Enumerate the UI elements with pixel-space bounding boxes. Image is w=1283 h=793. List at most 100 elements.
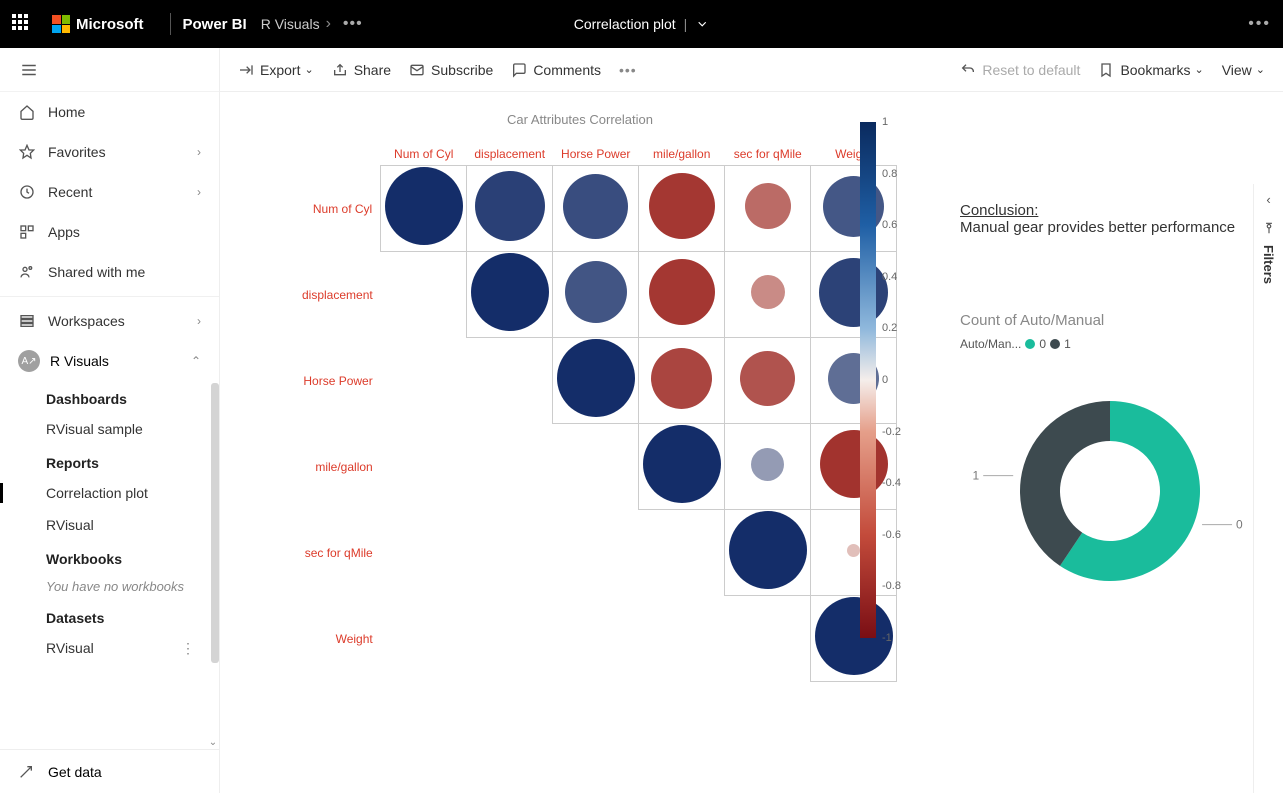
corr-row-label: Horse Power: [300, 338, 381, 424]
corr-circle: [740, 351, 795, 406]
app-launcher-icon[interactable]: [12, 14, 32, 34]
colorbar-tick: 0.2: [882, 322, 897, 334]
hamburger-button[interactable]: [0, 48, 219, 92]
header-more-icon[interactable]: •••: [1248, 15, 1271, 33]
donut-data-label: 1: [973, 469, 980, 483]
conclusion-heading: Conclusion:: [960, 202, 1038, 219]
share-icon: [332, 62, 348, 78]
report-toolbar: Export ⌄ Share Subscribe Comments ••• Re…: [220, 48, 1283, 92]
corr-circle: [385, 167, 463, 245]
nav-shared[interactable]: Shared with me: [0, 252, 219, 292]
corr-circle: [557, 339, 635, 417]
nav-workspaces[interactable]: Workspaces ›: [0, 301, 219, 341]
report-title-dropdown[interactable]: Correlaction plot |: [574, 16, 710, 32]
dataset-rvisual-label: RVisual: [46, 640, 94, 656]
workspaces-icon: [18, 313, 36, 329]
colorbar-tick: -1: [882, 632, 892, 644]
section-workbooks: Workbooks: [0, 541, 219, 573]
nav-home[interactable]: Home: [0, 92, 219, 132]
view-label: View: [1222, 62, 1252, 78]
view-button[interactable]: View ⌄: [1222, 62, 1265, 78]
correlation-title: Car Attributes Correlation: [240, 112, 920, 127]
subscribe-button[interactable]: Subscribe: [409, 62, 493, 78]
nav-shared-label: Shared with me: [48, 264, 145, 280]
corr-circle: [649, 259, 715, 325]
nav-favorites[interactable]: Favorites ›: [0, 132, 219, 172]
corr-row-label: Weight: [300, 596, 381, 682]
product-label[interactable]: Power BI: [183, 16, 247, 33]
divider: [0, 296, 219, 297]
get-data-button[interactable]: Get data: [0, 749, 219, 793]
dashboard-rvisual-sample[interactable]: RVisual sample: [0, 413, 219, 445]
correlation-visual[interactable]: Car Attributes Correlation Num of Cyldis…: [240, 112, 920, 682]
workspace-contents-panel: ⌃ Dashboards RVisual sample Reports Corr…: [0, 381, 219, 749]
more-icon[interactable]: ⋮: [181, 640, 195, 657]
nav-recent[interactable]: Recent ›: [0, 172, 219, 212]
microsoft-logo[interactable]: Microsoft: [52, 15, 144, 33]
home-icon: [18, 104, 36, 120]
donut-legend-field: Auto/Man...: [960, 337, 1021, 351]
breadcrumb-more-icon[interactable]: •••: [343, 15, 363, 33]
get-data-icon: [18, 764, 36, 780]
corr-row-label: sec for qMile: [300, 510, 381, 596]
dataset-rvisual[interactable]: RVisual ⋮: [0, 632, 219, 664]
nav-workspaces-label: Workspaces: [48, 313, 125, 329]
corr-cell: [725, 338, 811, 424]
legend-swatch-0: [1025, 339, 1035, 349]
bookmarks-label: Bookmarks: [1120, 62, 1190, 78]
bookmarks-button[interactable]: Bookmarks ⌄: [1098, 62, 1203, 78]
sidebar: Home Favorites › Recent › Apps Shared wi…: [0, 48, 220, 793]
corr-circle: [729, 511, 807, 589]
comments-icon: [511, 62, 527, 78]
star-icon: [18, 144, 36, 160]
corr-cell: [639, 252, 725, 338]
mail-icon: [409, 62, 425, 78]
corr-cell: [725, 424, 811, 510]
donut-visual[interactable]: Count of Auto/Manual Auto/Man... 0 1 01: [960, 312, 1280, 611]
nav-apps[interactable]: Apps: [0, 212, 219, 252]
colorbar-tick: 0.6: [882, 219, 897, 231]
legend-swatch-1: [1050, 339, 1060, 349]
colorbar-tick: 1: [882, 116, 888, 128]
share-button[interactable]: Share: [332, 62, 391, 78]
comments-button[interactable]: Comments: [511, 62, 601, 78]
corr-cell: [725, 510, 811, 596]
toolbar-more-icon[interactable]: •••: [619, 62, 637, 78]
corr-col-label: sec for qMile: [725, 143, 811, 166]
corr-cell: [467, 252, 553, 338]
corr-cell: [381, 166, 467, 252]
corr-cell: [639, 166, 725, 252]
breadcrumb-workspace[interactable]: R Visuals: [261, 16, 320, 32]
corr-cell: [553, 338, 639, 424]
colorbar-tick: -0.8: [882, 580, 901, 592]
corr-circle: [471, 253, 549, 331]
corr-col-label: displacement: [467, 143, 553, 166]
corr-circle: [649, 173, 715, 239]
section-dashboards: Dashboards: [0, 381, 219, 413]
correlation-matrix: Num of CyldisplacementHorse Powermile/ga…: [300, 143, 897, 682]
corr-circle: [745, 183, 791, 229]
corr-cell: [553, 166, 639, 252]
corr-cell: [639, 338, 725, 424]
corr-col-label: Horse Power: [553, 143, 639, 166]
chevron-right-icon: ›: [197, 145, 201, 159]
report-correlation-plot[interactable]: Correlaction plot: [0, 477, 219, 509]
workspace-r-visuals[interactable]: A↗ R Visuals ⌃: [0, 341, 219, 381]
corr-col-label: Num of Cyl: [381, 143, 467, 166]
export-button[interactable]: Export ⌄: [238, 62, 314, 78]
get-data-label: Get data: [48, 764, 102, 780]
report-rvisual[interactable]: RVisual: [0, 509, 219, 541]
corr-cell: [553, 252, 639, 338]
filters-pane-collapsed[interactable]: ‹ Filters: [1253, 184, 1283, 793]
pin-icon: [1262, 221, 1276, 235]
chevron-right-icon: ›: [197, 185, 201, 199]
scroll-down-icon[interactable]: ⌄: [208, 737, 218, 747]
corr-circle: [751, 275, 785, 309]
nav-favorites-label: Favorites: [48, 144, 106, 160]
shared-icon: [18, 264, 36, 280]
reset-button[interactable]: Reset to default: [960, 62, 1080, 78]
conclusion-text[interactable]: Conclusion: Manual gear provides better …: [960, 202, 1260, 236]
chevron-down-icon: ⌄: [1256, 63, 1265, 76]
microsoft-label: Microsoft: [76, 16, 144, 33]
corr-row-label: displacement: [300, 252, 381, 338]
